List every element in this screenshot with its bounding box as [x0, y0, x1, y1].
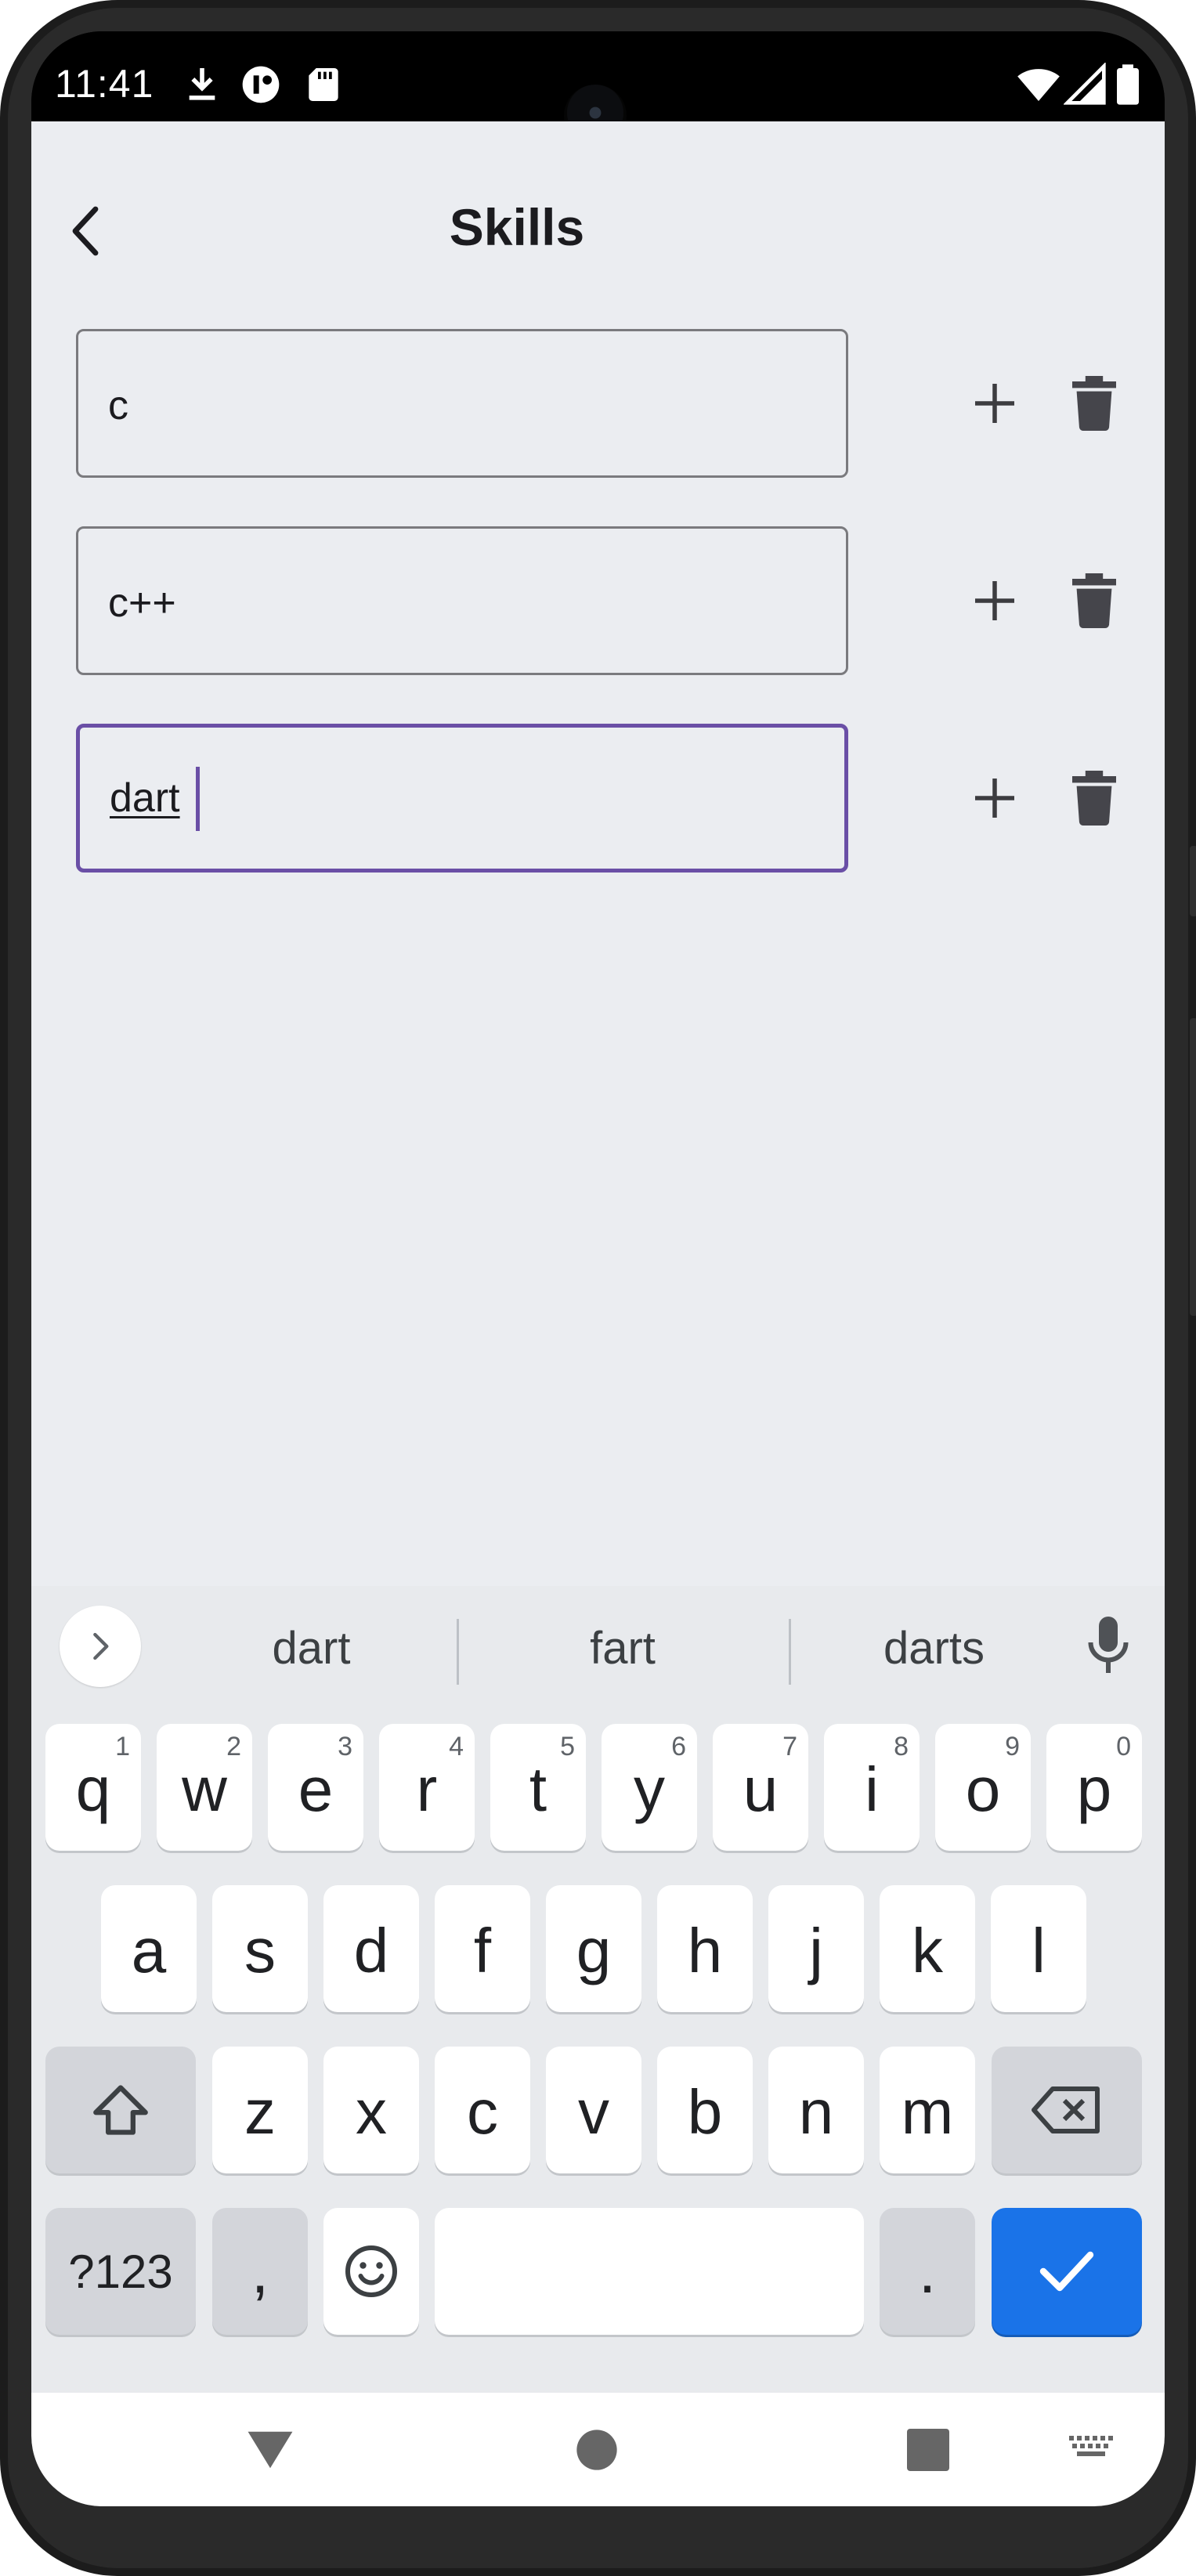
status-time: 11:41 — [55, 62, 154, 106]
key-u[interactable]: u7 — [713, 1724, 808, 1851]
skills-screen: Skills c c++ dart — [31, 121, 1165, 1621]
skill-input-composing-text[interactable]: dart — [110, 775, 180, 822]
system-navigation-bar — [31, 2393, 1165, 2506]
emoji-key[interactable] — [323, 2208, 419, 2335]
volume-button — [1190, 846, 1196, 916]
screen: 11:41 Skills c c++ dart dart fart darts … — [31, 31, 1165, 2506]
shift-key[interactable] — [45, 2047, 196, 2173]
key-n[interactable]: n — [768, 2047, 864, 2173]
page-title: Skills — [449, 198, 585, 256]
keyboard-switch-icon — [1069, 2436, 1113, 2456]
key-m[interactable]: m — [880, 2047, 975, 2173]
wifi-icon — [1017, 69, 1060, 101]
key-z[interactable]: z — [212, 2047, 308, 2173]
key-c[interactable]: c — [435, 2047, 530, 2173]
cell-signal-icon — [1064, 63, 1106, 105]
emoji-icon — [345, 2245, 397, 2297]
download-icon — [189, 68, 215, 100]
key-y[interactable]: y6 — [602, 1724, 697, 1851]
chevron-left-icon — [72, 206, 99, 256]
key-a[interactable]: a — [101, 1885, 197, 2012]
key-l[interactable]: l — [991, 1885, 1086, 2012]
keyboard-toolbar-expand-button[interactable] — [60, 1606, 141, 1687]
suggestion-3[interactable]: darts — [795, 1617, 1073, 1680]
key-k[interactable]: k — [880, 1885, 975, 2012]
skill-input-field[interactable] — [76, 526, 848, 675]
trash-icon — [1072, 376, 1116, 431]
home-circle-icon — [576, 2430, 617, 2470]
trash-icon — [1072, 573, 1116, 628]
skill-row — [76, 329, 1141, 481]
suggestion-1[interactable]: dart — [172, 1617, 450, 1680]
space-key[interactable] — [435, 2208, 864, 2335]
key-h[interactable]: h — [657, 1885, 753, 2012]
nav-recents-button[interactable] — [901, 2422, 956, 2477]
recents-square-icon — [907, 2429, 949, 2471]
voice-input-button[interactable] — [1077, 1613, 1140, 1676]
add-skill-button[interactable] — [956, 364, 1034, 443]
key-w[interactable]: w2 — [157, 1724, 252, 1851]
key-i[interactable]: i8 — [824, 1724, 920, 1851]
key-p[interactable]: p0 — [1046, 1724, 1142, 1851]
delete-skill-button[interactable] — [1055, 364, 1133, 443]
key-o[interactable]: o9 — [935, 1724, 1031, 1851]
skill-input-field[interactable] — [76, 329, 848, 478]
suggestion-divider — [789, 1619, 791, 1685]
suggestion-divider — [457, 1619, 459, 1685]
key-s[interactable]: s — [212, 1885, 308, 2012]
skill-input-field-focused[interactable]: dart — [76, 724, 848, 873]
skill-row: dart — [76, 724, 1141, 876]
suggestion-strip: dart fart darts — [31, 1586, 1165, 1703]
skill-input[interactable] — [108, 568, 797, 638]
nav-back-button[interactable] — [243, 2422, 298, 2477]
power-button — [1190, 1018, 1196, 1316]
plus-icon — [975, 779, 1014, 818]
microphone-icon — [1088, 1617, 1129, 1673]
skill-input[interactable] — [108, 370, 797, 441]
key-r[interactable]: r4 — [379, 1724, 475, 1851]
comma-key[interactable]: , — [212, 2208, 308, 2335]
add-skill-button[interactable] — [956, 562, 1034, 640]
keyboard-switch-button[interactable] — [1064, 2422, 1118, 2477]
checkmark-icon — [1039, 2251, 1094, 2292]
backspace-icon — [1032, 2086, 1100, 2133]
notification-app-icon — [242, 66, 280, 103]
key-e[interactable]: e3 — [268, 1724, 363, 1851]
plus-icon — [975, 581, 1014, 620]
back-button[interactable] — [55, 196, 117, 266]
key-b[interactable]: b — [657, 2047, 753, 2173]
battery-icon — [1117, 64, 1139, 105]
shift-arrow-icon — [93, 2085, 148, 2135]
key-j[interactable]: j — [768, 1885, 864, 2012]
trash-icon — [1072, 771, 1116, 826]
key-f[interactable]: f — [435, 1885, 530, 2012]
soft-keyboard: dart fart darts q1 w2 e3 r4 t5 y6 u 7 i … — [31, 1586, 1165, 2393]
device-frame: 11:41 Skills c c++ dart dart fart darts … — [0, 0, 1196, 2576]
add-skill-button[interactable] — [956, 759, 1034, 837]
key-g[interactable]: g — [546, 1885, 641, 2012]
backspace-key[interactable] — [992, 2047, 1142, 2173]
nav-home-button[interactable] — [569, 2422, 624, 2477]
plus-icon — [975, 384, 1014, 423]
back-triangle-icon — [248, 2431, 293, 2469]
skill-row — [76, 526, 1141, 678]
done-key[interactable] — [992, 2208, 1142, 2335]
text-caret — [196, 767, 200, 831]
delete-skill-button[interactable] — [1055, 759, 1133, 837]
key-x[interactable]: x — [323, 2047, 419, 2173]
chevron-right-icon — [93, 1632, 109, 1660]
symbols-key[interactable]: ?123 — [45, 2208, 196, 2335]
suggestion-2[interactable]: fart — [466, 1617, 779, 1680]
key-t[interactable]: t5 — [490, 1724, 586, 1851]
period-key[interactable]: . — [880, 2208, 975, 2335]
key-q[interactable]: q1 — [45, 1724, 141, 1851]
key-d[interactable]: d — [323, 1885, 419, 2012]
key-v[interactable]: v — [546, 2047, 641, 2173]
delete-skill-button[interactable] — [1055, 562, 1133, 640]
sd-card-icon — [309, 68, 338, 101]
